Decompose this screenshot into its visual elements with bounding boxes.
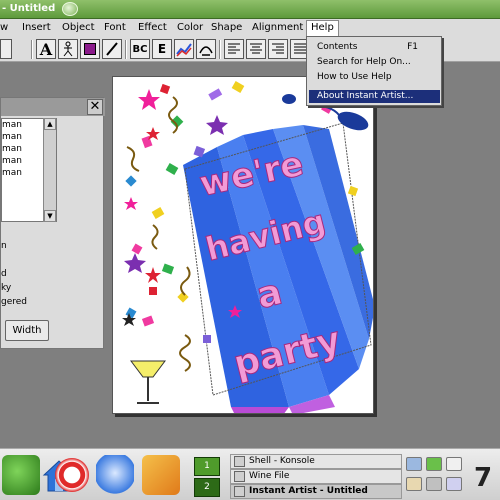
- help-lifebuoy-icon[interactable]: [54, 455, 90, 495]
- document-page[interactable]: we're having a party: [112, 76, 374, 414]
- taskbar: 1 2 Shell - Konsole Wine File Instant Ar…: [0, 448, 500, 500]
- menu-object[interactable]: Object: [62, 22, 95, 33]
- clock: 7: [474, 463, 493, 493]
- scroll-up-icon[interactable]: ▲: [44, 118, 56, 130]
- align-right-icon: [272, 43, 284, 54]
- menu-view[interactable]: w: [0, 22, 8, 33]
- menu-effect[interactable]: Effect: [138, 22, 167, 33]
- fill-color-button[interactable]: [80, 39, 100, 59]
- help-howto-item[interactable]: How to Use Help: [309, 71, 440, 84]
- font-panel-titlebar: ✕: [1, 98, 105, 116]
- instant-artist-icon: [234, 486, 245, 497]
- network-icon[interactable]: [426, 457, 442, 471]
- menu-help[interactable]: Help: [306, 20, 339, 37]
- menu-alignment[interactable]: Alignment: [252, 22, 303, 33]
- toolbar-separator: [125, 40, 127, 59]
- app-logo-icon: [62, 2, 78, 16]
- close-icon[interactable]: ✕: [87, 99, 103, 115]
- bc-tool-button[interactable]: BC: [130, 39, 150, 59]
- menu-insert[interactable]: Insert: [22, 22, 51, 33]
- curve-icon: [199, 46, 213, 56]
- task-label: Shell - Konsole: [249, 456, 315, 466]
- pen-icon: [106, 42, 118, 56]
- align-center-icon: [250, 43, 262, 54]
- toolbar-separator: [219, 40, 221, 59]
- task-konsole[interactable]: Shell - Konsole: [230, 454, 402, 469]
- align-left-button[interactable]: [224, 39, 244, 59]
- figure-icon: [63, 41, 73, 57]
- task-label: Wine File: [249, 471, 290, 481]
- help-contents-label: Contents: [317, 42, 358, 52]
- task-wine-file[interactable]: Wine File: [230, 469, 402, 484]
- title-bar: - Untitled: [0, 0, 500, 19]
- chart-tool-button[interactable]: [174, 39, 194, 59]
- volume-icon[interactable]: [406, 457, 422, 471]
- window-title: - Untitled: [2, 3, 56, 14]
- battery-icon[interactable]: [446, 457, 462, 471]
- toolbar-separator: [31, 40, 33, 59]
- clipboard-icon[interactable]: [406, 477, 422, 491]
- text-tool-button[interactable]: A: [36, 39, 56, 59]
- menu-shape[interactable]: Shape: [211, 22, 242, 33]
- menu-font[interactable]: Font: [104, 22, 126, 33]
- office-icon[interactable]: [142, 455, 180, 495]
- font-panel: ✕ man man man man man ▲ ▼ n d ky gered W…: [0, 97, 105, 349]
- help-contents-shortcut: F1: [407, 42, 418, 52]
- align-left-icon: [228, 43, 240, 54]
- help-contents-item[interactable]: Contents F1: [309, 41, 440, 54]
- align-right-button[interactable]: [268, 39, 288, 59]
- font-option[interactable]: gered: [1, 297, 27, 307]
- shape-tool-button[interactable]: [58, 39, 78, 59]
- scroll-down-icon[interactable]: ▼: [44, 210, 56, 222]
- browser-icon[interactable]: [96, 455, 134, 495]
- update-icon[interactable]: [446, 477, 462, 491]
- desktop-1-button[interactable]: 1: [194, 457, 220, 476]
- tool-partial-button[interactable]: [0, 39, 12, 59]
- kmenu-icon[interactable]: [2, 455, 40, 495]
- pen-tool-button[interactable]: [102, 39, 122, 59]
- champagne-glass-icon: [130, 360, 166, 404]
- desktop-2-button[interactable]: 2: [194, 478, 220, 497]
- chart-line-icon: [176, 43, 192, 57]
- font-list-scrollbar[interactable]: ▲ ▼: [43, 118, 56, 222]
- printer-icon[interactable]: [426, 477, 442, 491]
- streamers: [126, 96, 191, 372]
- menu-color[interactable]: Color: [177, 22, 203, 33]
- color-swatch-icon: [84, 43, 96, 55]
- help-about-item[interactable]: About Instant Artist...: [309, 90, 440, 103]
- wine-file-icon: [234, 471, 245, 482]
- curve-tool-button[interactable]: [196, 39, 216, 59]
- justify-icon: [294, 43, 306, 54]
- align-center-button[interactable]: [246, 39, 266, 59]
- konsole-icon: [234, 456, 245, 467]
- e-tool-button[interactable]: E: [152, 39, 172, 59]
- menu-bar: w Insert Object Font Effect Color Shape …: [0, 19, 500, 37]
- font-option[interactable]: ky: [1, 283, 11, 293]
- party-artwork: we're having a party: [122, 81, 373, 413]
- font-option[interactable]: n: [1, 241, 7, 251]
- help-menu: Contents F1 Search for Help On... How to…: [306, 36, 442, 106]
- task-label: Instant Artist - Untitled: [249, 486, 368, 496]
- help-search-item[interactable]: Search for Help On...: [309, 56, 440, 69]
- width-button[interactable]: Width: [5, 320, 49, 341]
- font-option[interactable]: d: [1, 269, 7, 279]
- task-instant-artist[interactable]: Instant Artist - Untitled: [230, 484, 402, 499]
